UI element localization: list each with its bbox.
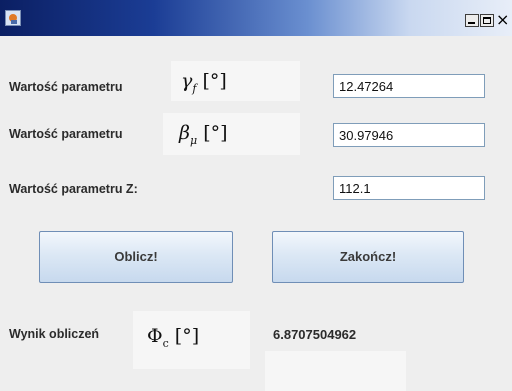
param-gamma-input[interactable]: 12.47264 <box>333 74 485 98</box>
java-app-icon[interactable] <box>5 10 21 26</box>
exit-button[interactable]: Zakończ! <box>272 231 464 283</box>
title-bar[interactable]: × <box>0 0 512 36</box>
param-z-input[interactable]: 112.1 <box>333 176 485 200</box>
empty-panel <box>265 351 406 391</box>
result-label: Wynik obliczeń <box>9 327 100 341</box>
close-icon: × <box>496 10 510 29</box>
param-beta-label: Wartość parametru <box>9 127 123 141</box>
result-symbol: Φc [°] <box>133 311 250 369</box>
param-gamma-symbol: γf [°] <box>171 61 300 101</box>
param-z-label: Wartość parametru Z: <box>9 182 138 196</box>
maximize-button[interactable] <box>480 14 494 27</box>
result-value: 6.8707504962 <box>273 327 357 342</box>
calculate-button[interactable]: Oblicz! <box>39 231 233 283</box>
close-button[interactable]: × <box>495 10 509 29</box>
app-window: × Wartość parametru γf [°] 12.47264 Wart… <box>0 0 512 391</box>
minimize-button[interactable] <box>465 14 479 27</box>
param-beta-input[interactable]: 30.97946 <box>333 123 485 147</box>
param-gamma-label: Wartość parametru <box>9 80 123 94</box>
param-beta-symbol: βμ [°] <box>163 113 300 155</box>
